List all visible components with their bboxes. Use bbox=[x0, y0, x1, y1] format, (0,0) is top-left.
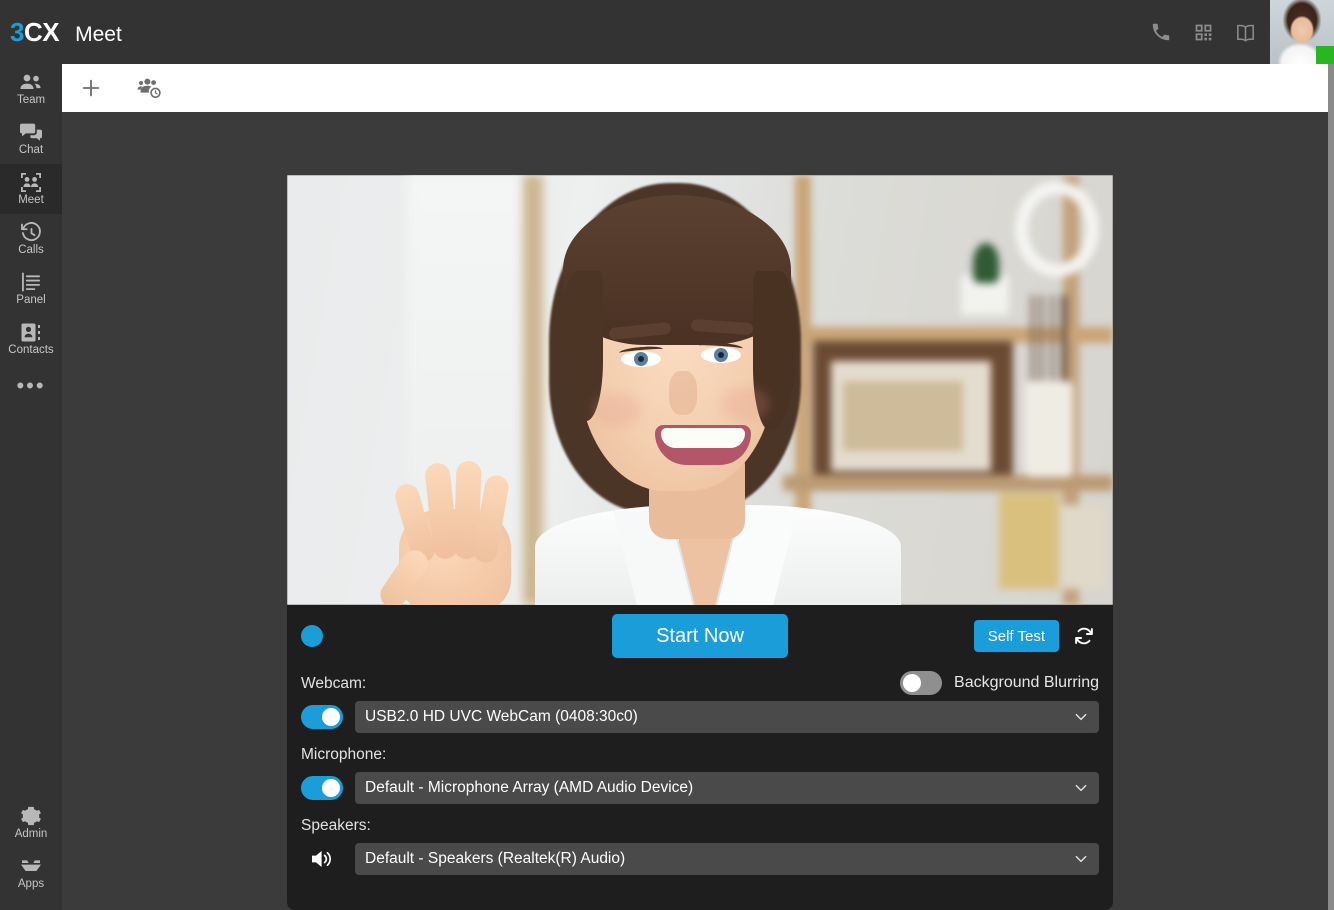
sidebar-item-admin[interactable]: Admin bbox=[0, 798, 62, 848]
schedule-meeting-button[interactable] bbox=[120, 64, 178, 112]
chevron-down-icon bbox=[1073, 851, 1089, 867]
sidebar-item-calls[interactable]: Calls bbox=[0, 214, 62, 264]
control-bar-right: Self Test bbox=[973, 620, 1099, 652]
sidebar-item-chat[interactable]: Chat bbox=[0, 114, 62, 164]
sidebar-item-label: Apps bbox=[17, 878, 45, 890]
sidebar-item-label: Contacts bbox=[8, 344, 54, 356]
sidebar-item-label: Calls bbox=[18, 244, 44, 256]
webcam-section: Webcam: Background Blurring USB2.0 HD UV… bbox=[287, 671, 1113, 733]
microphone-section: Microphone: Default - Microphone Array (… bbox=[287, 744, 1113, 804]
brand-logo[interactable]: 3 CX Meet bbox=[10, 17, 122, 48]
meet-stage: Start Now Self Test Webcam: Background B… bbox=[62, 112, 1328, 910]
page-title: Meet bbox=[75, 22, 122, 46]
app-header: 3 CX Meet bbox=[0, 0, 1334, 64]
sidebar: Team Chat Meet Calls Panel Contacts ••• … bbox=[0, 64, 62, 910]
webcam-row: USB2.0 HD UVC WebCam (0408:30c0) bbox=[287, 701, 1113, 733]
sidebar-item-label: Chat bbox=[18, 144, 44, 156]
logo-cx-text: CX bbox=[23, 16, 60, 47]
avatar[interactable] bbox=[1270, 0, 1334, 64]
self-test-button[interactable]: Self Test bbox=[973, 620, 1059, 652]
meet-icon bbox=[19, 171, 43, 193]
microphone-toggle[interactable] bbox=[301, 776, 343, 800]
speakers-row: Default - Speakers (Realtek(R) Audio) bbox=[287, 843, 1113, 875]
header-actions bbox=[1140, 0, 1334, 64]
manual-icon[interactable] bbox=[1224, 0, 1266, 64]
contacts-icon bbox=[20, 321, 42, 343]
webcam-selected-value: USB2.0 HD UVC WebCam (0408:30c0) bbox=[365, 708, 638, 725]
new-meeting-button[interactable] bbox=[62, 64, 120, 112]
camera-preview[interactable] bbox=[287, 175, 1113, 605]
sidebar-item-apps[interactable]: Apps bbox=[0, 848, 62, 898]
sidebar-item-label: Admin bbox=[14, 828, 48, 840]
speakers-label: Speakers: bbox=[301, 817, 371, 834]
chevron-down-icon bbox=[1073, 780, 1089, 796]
logo-3-text: 3 bbox=[10, 16, 24, 47]
chevron-down-icon bbox=[1073, 709, 1089, 725]
meeting-settings-panel: Start Now Self Test Webcam: Background B… bbox=[287, 605, 1113, 910]
microphone-label: Microphone: bbox=[301, 746, 387, 763]
waving-hand bbox=[375, 443, 521, 605]
status-badge bbox=[1316, 46, 1334, 64]
speakers-select[interactable]: Default - Speakers (Realtek(R) Audio) bbox=[355, 843, 1099, 875]
speakers-selected-value: Default - Speakers (Realtek(R) Audio) bbox=[365, 850, 626, 867]
microphone-row: Default - Microphone Array (AMD Audio De… bbox=[287, 772, 1113, 804]
sidebar-item-label: Meet bbox=[18, 194, 44, 206]
microphone-selected-value: Default - Microphone Array (AMD Audio De… bbox=[365, 779, 694, 796]
speaker-icon[interactable] bbox=[301, 848, 343, 870]
speakers-section: Speakers: Default - Speakers (Realtek(R)… bbox=[287, 815, 1113, 875]
sidebar-item-team[interactable]: Team bbox=[0, 64, 62, 114]
gear-icon bbox=[20, 805, 42, 827]
meeting-control-bar: Start Now Self Test bbox=[287, 605, 1113, 667]
sidebar-item-contacts[interactable]: Contacts bbox=[0, 314, 62, 364]
apps-icon bbox=[19, 855, 43, 877]
qr-code-icon[interactable] bbox=[1182, 0, 1224, 64]
background-blurring-toggle[interactable] bbox=[900, 671, 943, 695]
sidebar-more-button[interactable]: ••• bbox=[0, 364, 62, 408]
background-blurring-control: Background Blurring bbox=[900, 671, 1099, 695]
webcam-select[interactable]: USB2.0 HD UVC WebCam (0408:30c0) bbox=[355, 701, 1099, 733]
webcam-toggle[interactable] bbox=[301, 705, 343, 729]
app-root: 3 CX Meet Team Chat Meet Calls Panel Con… bbox=[0, 0, 1334, 910]
page-scrollbar[interactable] bbox=[1328, 64, 1334, 910]
sidebar-item-label: Team bbox=[16, 94, 46, 106]
microphone-select[interactable]: Default - Microphone Array (AMD Audio De… bbox=[355, 772, 1099, 804]
calls-icon bbox=[20, 221, 43, 243]
start-now-button[interactable]: Start Now bbox=[612, 614, 788, 658]
sidebar-item-meet[interactable]: Meet bbox=[0, 164, 62, 214]
background-blurring-label: Background Blurring bbox=[954, 674, 1099, 691]
record-toggle-dot[interactable] bbox=[301, 625, 323, 647]
team-icon bbox=[19, 71, 43, 93]
chat-icon bbox=[19, 121, 43, 143]
sidebar-item-panel[interactable]: Panel bbox=[0, 264, 62, 314]
phone-icon[interactable] bbox=[1140, 0, 1182, 64]
meet-toolbar bbox=[62, 64, 1328, 112]
panel-icon bbox=[20, 271, 43, 293]
person-figure bbox=[287, 175, 1113, 605]
camera-preview-scene bbox=[287, 175, 1113, 605]
sidebar-item-label: Panel bbox=[16, 294, 46, 306]
refresh-icon[interactable] bbox=[1069, 621, 1099, 651]
